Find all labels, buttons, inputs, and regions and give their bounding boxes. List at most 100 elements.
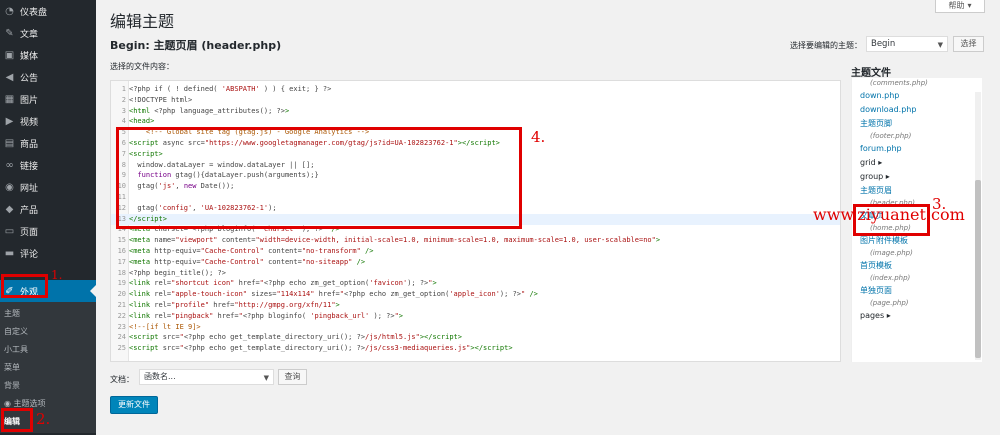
line-number: 23: [117, 322, 126, 331]
sidebar-item-label: 商品: [20, 139, 39, 150]
file-item[interactable]: 单独页面: [852, 284, 982, 298]
documentation-label: 文档：: [110, 375, 134, 384]
folder-item[interactable]: group ▸: [852, 170, 982, 184]
file-item[interactable]: 图片附件模板: [852, 234, 982, 248]
sidebar-item-label: 产品: [20, 205, 39, 216]
update-file-button[interactable]: 更新文件: [110, 396, 158, 414]
code-text: <html <?php language_attributes(); ?>>: [129, 106, 290, 115]
cart-icon: ▤: [4, 137, 15, 149]
line-number: 20: [117, 290, 126, 299]
globe-icon: ◉: [5, 181, 14, 193]
code-line: 15 <meta name="viewport" content="width=d…: [111, 235, 840, 246]
active-arrow: [90, 285, 96, 297]
chevron-down-icon: ▾: [967, 1, 972, 10]
code-line: 18 <?php begin_title(); ?>: [111, 268, 840, 279]
submenu-customize[interactable]: 自定义: [0, 323, 96, 341]
file-item: (comments.php): [870, 79, 928, 87]
sidebar-item[interactable]: ✎ 文章: [0, 22, 96, 44]
code-line: 24 <script src="<?php echo get_template_d…: [111, 332, 840, 343]
file-item[interactable]: forum.php: [852, 142, 982, 156]
sidebar-item[interactable]: ▦ 图片: [0, 88, 96, 110]
file-item[interactable]: 首页模板: [852, 259, 982, 273]
annotation-number-4: 4.: [531, 128, 546, 146]
code-line: 23 <!--[if lt IE 9]>: [111, 322, 840, 333]
file-item: (footer.php): [870, 132, 912, 140]
sidebar-menu: ◔ 仪表盘 ✎ 文章 ▣ 媒体 ◀ 公告 ▦ 图片 ▶ 视频 ▤ 商品 ∞ 链接 ◉ 网址 ◆ 产品 ▭ 页面 ▬ 评论: [0, 0, 96, 264]
select-theme-button[interactable]: 选择: [953, 36, 984, 52]
sidebar-item[interactable]: ◔ 仪表盘: [0, 0, 96, 22]
sidebar-item[interactable]: ▭ 页面: [0, 220, 96, 242]
annotation-box-analytics-code: [116, 127, 522, 229]
file-item: (page.php): [870, 299, 909, 307]
submenu-theme-options-label: 主题选项: [13, 399, 46, 408]
code-text: <!--[if lt IE 9]>: [129, 322, 201, 331]
annotation-number-2: 2.: [36, 410, 51, 428]
theme-select-value: Begin: [871, 39, 896, 49]
help-button[interactable]: 帮助 ▾: [935, 0, 985, 13]
sidebar-item[interactable]: ▣ 媒体: [0, 44, 96, 66]
code-text: <?php if ( ! defined( 'ABSPATH' ) ) { ex…: [129, 85, 332, 93]
admin-sidebar: ◔ 仪表盘 ✎ 文章 ▣ 媒体 ◀ 公告 ▦ 图片 ▶ 视频 ▤ 商品 ∞ 链接 ◉ 网址 ◆ 产品 ▭ 页面 ▬ 评论 ✐ …: [0, 0, 96, 435]
annotation-box-editor: [1, 408, 33, 432]
sidebar-item[interactable]: ◉ 网址: [0, 176, 96, 198]
file-item[interactable]: 主题页眉: [852, 184, 982, 198]
chevron-down-icon: ▼: [263, 374, 269, 382]
chevron-down-icon: ▼: [937, 41, 943, 49]
code-line: 17 <meta http-equiv="Cache-Control" conte…: [111, 257, 840, 268]
code-line: 21 <link rel="profile" href="http://gmpg.…: [111, 300, 840, 311]
function-select-value: 函数名...: [144, 372, 176, 381]
page-title: 编辑主题: [110, 12, 175, 31]
submenu-themes[interactable]: 主题: [0, 305, 96, 323]
line-number: 18: [117, 268, 126, 277]
code-line: 19 <link rel="shortcut icon" href="<?php …: [111, 278, 840, 289]
lookup-button[interactable]: 查询: [278, 369, 307, 385]
sidebar-item-label: 公告: [20, 73, 39, 84]
submenu-widgets[interactable]: 小工具: [0, 341, 96, 359]
folder-item[interactable]: grid ▸: [852, 156, 982, 170]
help-label: 帮助: [948, 1, 965, 10]
submenu-menus[interactable]: 菜单: [0, 359, 96, 377]
comment-icon: ▬: [4, 247, 15, 259]
sidebar-item-label: 网址: [20, 183, 39, 194]
file-item[interactable]: download.php: [852, 103, 982, 117]
code-text: <!DOCTYPE html>: [129, 95, 193, 104]
video-icon: ▶: [5, 115, 14, 127]
file-heading: Begin: 主题页眉 (header.php): [110, 39, 282, 52]
file-item[interactable]: down.php: [852, 89, 982, 103]
line-number: 21: [117, 301, 126, 309]
sidebar-item[interactable]: ◆ 产品: [0, 198, 96, 220]
sidebar-item[interactable]: ▶ 视频: [0, 110, 96, 132]
code-line: 4 <head>: [111, 116, 840, 127]
theme-select[interactable]: Begin ▼: [866, 36, 948, 52]
link-icon: ∞: [5, 159, 14, 171]
theme-files-title: 主题文件: [851, 68, 891, 79]
line-number: 3: [121, 106, 126, 115]
product-icon: ◆: [5, 203, 14, 215]
submenu-background[interactable]: 背景: [0, 377, 96, 395]
line-number: 17: [117, 257, 126, 266]
pushpin-icon: ✎: [5, 27, 14, 39]
sidebar-item[interactable]: ∞ 链接: [0, 154, 96, 176]
folder-item[interactable]: pages ▸: [852, 309, 982, 323]
function-name-select[interactable]: 函数名... ▼: [139, 369, 274, 385]
megaphone-icon: ◀: [5, 71, 14, 83]
annotation-number-1: 1.: [51, 268, 63, 282]
sidebar-item[interactable]: ▤ 商品: [0, 132, 96, 154]
line-number: 24: [117, 333, 126, 342]
sidebar-item-label: 链接: [20, 161, 39, 172]
scrollbar-thumb[interactable]: [975, 180, 981, 358]
line-number: 25: [117, 344, 126, 353]
file-item: (image.php): [870, 249, 913, 257]
file-item[interactable]: 主题页脚: [852, 117, 982, 131]
code-text: <link rel="pingback" href="<?php bloginf…: [129, 311, 404, 320]
code-line: 1 <?php if ( ! defined( 'ABSPATH' ) ) { e…: [111, 84, 840, 95]
site-watermark: www.ziyuanet.com: [813, 205, 965, 224]
line-number: 19: [117, 279, 126, 288]
select-theme-label: 选择要编辑的主题：: [790, 41, 862, 50]
sidebar-item[interactable]: ▬ 评论: [0, 242, 96, 264]
code-line: 3 <html <?php language_attributes(); ?>>: [111, 106, 840, 117]
content-label: 选择的文件内容：: [110, 62, 174, 71]
code-text: <script src="<?php echo get_template_dir…: [129, 344, 513, 353]
sidebar-item-label: 视频: [20, 117, 39, 128]
sidebar-item[interactable]: ◀ 公告: [0, 66, 96, 88]
